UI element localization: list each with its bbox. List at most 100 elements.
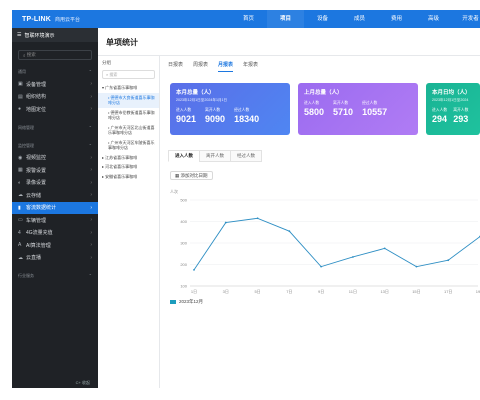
metric-tab-0[interactable]: 进入人数 [168,150,200,162]
tree-node[interactable]: ▸ 河北省喜乐事咖啡 [98,162,159,172]
sidebar-item-alarm[interactable]: ▦ 报警设置 › [12,164,98,177]
sidebar-search-input[interactable]: ⌕ 搜索 [18,50,92,60]
chart-legend[interactable]: 2023年12月 [170,299,203,305]
record-icon: ◐ [18,179,22,186]
metric-tab-2[interactable]: 经过人数 [230,150,262,162]
nav-item-2[interactable]: 设备 [304,10,341,28]
nav-item-4[interactable]: 费用 [378,10,415,28]
tplink-logo[interactable]: TP-LINK [22,16,51,23]
sidebar-item-device[interactable]: ▣ 设备管理 › [12,78,98,91]
tree-node[interactable]: • 德德市大良街道喜乐事咖啡分店 [98,92,159,108]
vehicle-icon: ▭ [18,217,23,224]
cloud-icon: ☁ [18,254,23,261]
project-switcher[interactable]: ☰ 智联环境演示 [12,28,98,42]
tab-1[interactable]: 周报表 [193,61,208,72]
sidebar-item-label: 地图定位 [26,106,47,113]
chevron-right-icon: › [90,242,92,249]
sidebar-group-industry[interactable]: 行业服务 [12,270,98,282]
x-tick-label: 11日 [349,289,357,294]
nav-item-0[interactable]: 首页 [230,10,267,28]
y-tick-label: 400 [180,219,187,224]
nav-item-1[interactable]: 项目 [267,10,304,28]
sidebar-group-network[interactable]: 网络管理 [12,122,98,134]
sidebar-item-label: 4G流量充值 [26,230,53,237]
project-icon: ☰ [17,32,22,38]
stat-label: 经过人数 [362,101,378,105]
sidebar-item-location[interactable]: ● 地图定位 › [12,103,98,116]
stats-icon: ▮ [18,204,21,211]
top-navbar: TP-LINK 商用云平台 首页 项目 设备 成员 费用 高级 开发者 [12,10,480,28]
chevron-right-icon: › [90,229,92,236]
chevron-right-icon: › [90,254,92,261]
sidebar-item-org[interactable]: ▤ 组织结构 › [12,91,98,104]
nav-item-6[interactable]: 开发者 [452,10,480,28]
tree-node[interactable]: • 广州市天河区北山街道喜乐事咖啡分店 [98,123,159,138]
stat-value: 5800 [304,107,325,117]
stat-value: 10557 [362,107,388,117]
org-panel-title: 分组 [102,60,111,65]
x-tick-label: 1日 [191,289,197,294]
data-point [224,221,227,224]
data-point [447,259,450,262]
stat-value: 293 [453,114,469,124]
tree-node[interactable]: ▾ 广东省喜乐事咖啡 [98,83,159,93]
add-compare-date-button[interactable]: ▦ 添加对比日期 [170,171,213,180]
sidebar-item-vehicle[interactable]: ▭ 车辆管理 › [12,214,98,227]
stat-label: 进入人数 [304,101,320,105]
org-search-input[interactable]: ⌕ 搜索 [102,70,155,79]
chevron-right-icon: › [90,93,92,100]
tree-node[interactable]: ▸ 江苏省喜乐事咖啡 [98,153,159,163]
x-tick-label: 15日 [412,289,420,294]
x-tick-label: 13日 [380,289,388,294]
ai-icon: A [18,242,22,249]
sidebar-item-video[interactable]: ◉ 视频监控 › [12,152,98,165]
x-tick-label: 3日 [223,289,229,294]
stat-label: 进入人数 [432,108,448,112]
main-content: 单项统计 分组 ⌕ 搜索 ▾ 广东省喜乐事咖啡 • 德德市大良街道喜乐事咖啡分店 •… [98,28,480,388]
sidebar-item-label: 报警设置 [26,167,47,174]
tree-node[interactable]: ▸ 安徽省喜乐事咖啡 [98,172,159,182]
stat-value: 18340 [234,114,260,124]
card-date-range: 2023年12月1日至2024 [432,98,469,102]
tab-0[interactable]: 日报表 [168,61,183,72]
data-point [256,217,259,220]
stat-card-this-month: 本月总量（人） 2023年12月1日至2024年1月1日 进入人数 9021 离开… [170,83,290,135]
y-tick-label: 300 [180,241,187,246]
card-title: 本月日均（人） [432,90,471,96]
sidebar-group-general[interactable]: 通用 [12,66,98,78]
nav-item-5[interactable]: 高级 [415,10,452,28]
sidebar-item-cloud-storage[interactable]: ☁ 云存储 › [12,189,98,202]
video-icon: ◉ [18,154,23,161]
chevron-right-icon: › [90,204,92,211]
sidebar-item-4g[interactable]: 4 4G流量充值 › [12,227,98,240]
metric-tab-1[interactable]: 离开人数 [199,150,231,162]
sidebar-group-monitor[interactable]: 监控管理 [12,140,98,152]
legend-swatch [170,300,176,304]
tab-3[interactable]: 年报表 [243,61,258,72]
data-point [320,265,323,268]
stat-label: 离开人数 [333,101,349,105]
stat-value: 9021 [176,114,197,124]
report-tabs: 日报表 周报表 月报表 年报表 [168,61,268,72]
tree-node[interactable]: • 德德市伦教街道喜乐事咖啡分店 [98,108,159,123]
page-title: 单项统计 [106,38,138,47]
chevron-right-icon: › [90,81,92,88]
data-point [351,256,354,258]
collapse-sidebar-button[interactable]: C+ 收起 [76,380,90,386]
stat-label: 离开人数 [453,108,469,112]
tab-2[interactable]: 月报表 [218,61,234,72]
sidebar-item-record[interactable]: ◐ 录像设置 › [12,177,98,190]
sidebar-item-ai[interactable]: A AI算法管理 › [12,239,98,252]
project-name: 智联环境演示 [24,32,55,39]
tree-node[interactable]: • 广州市天河区车陂街喜乐事咖啡分店 [98,138,159,153]
nav-item-3[interactable]: 成员 [341,10,378,28]
org-tree-panel: 分组 ⌕ 搜索 ▾ 广东省喜乐事咖啡 • 德德市大良街道喜乐事咖啡分店 • 德德市伦… [98,56,160,388]
chevron-right-icon: › [90,179,92,186]
stat-label: 经过人数 [234,108,250,112]
sidebar-item-stats[interactable]: ▮ 客流数据统计 › [12,201,98,214]
chevron-right-icon: › [90,154,92,161]
location-icon: ● [18,106,22,113]
stat-value: 5710 [333,107,354,117]
sidebar-item-cloud[interactable]: ☁ 云直播 › [12,252,98,265]
sidebar-item-label: 车辆管理 [26,217,47,224]
